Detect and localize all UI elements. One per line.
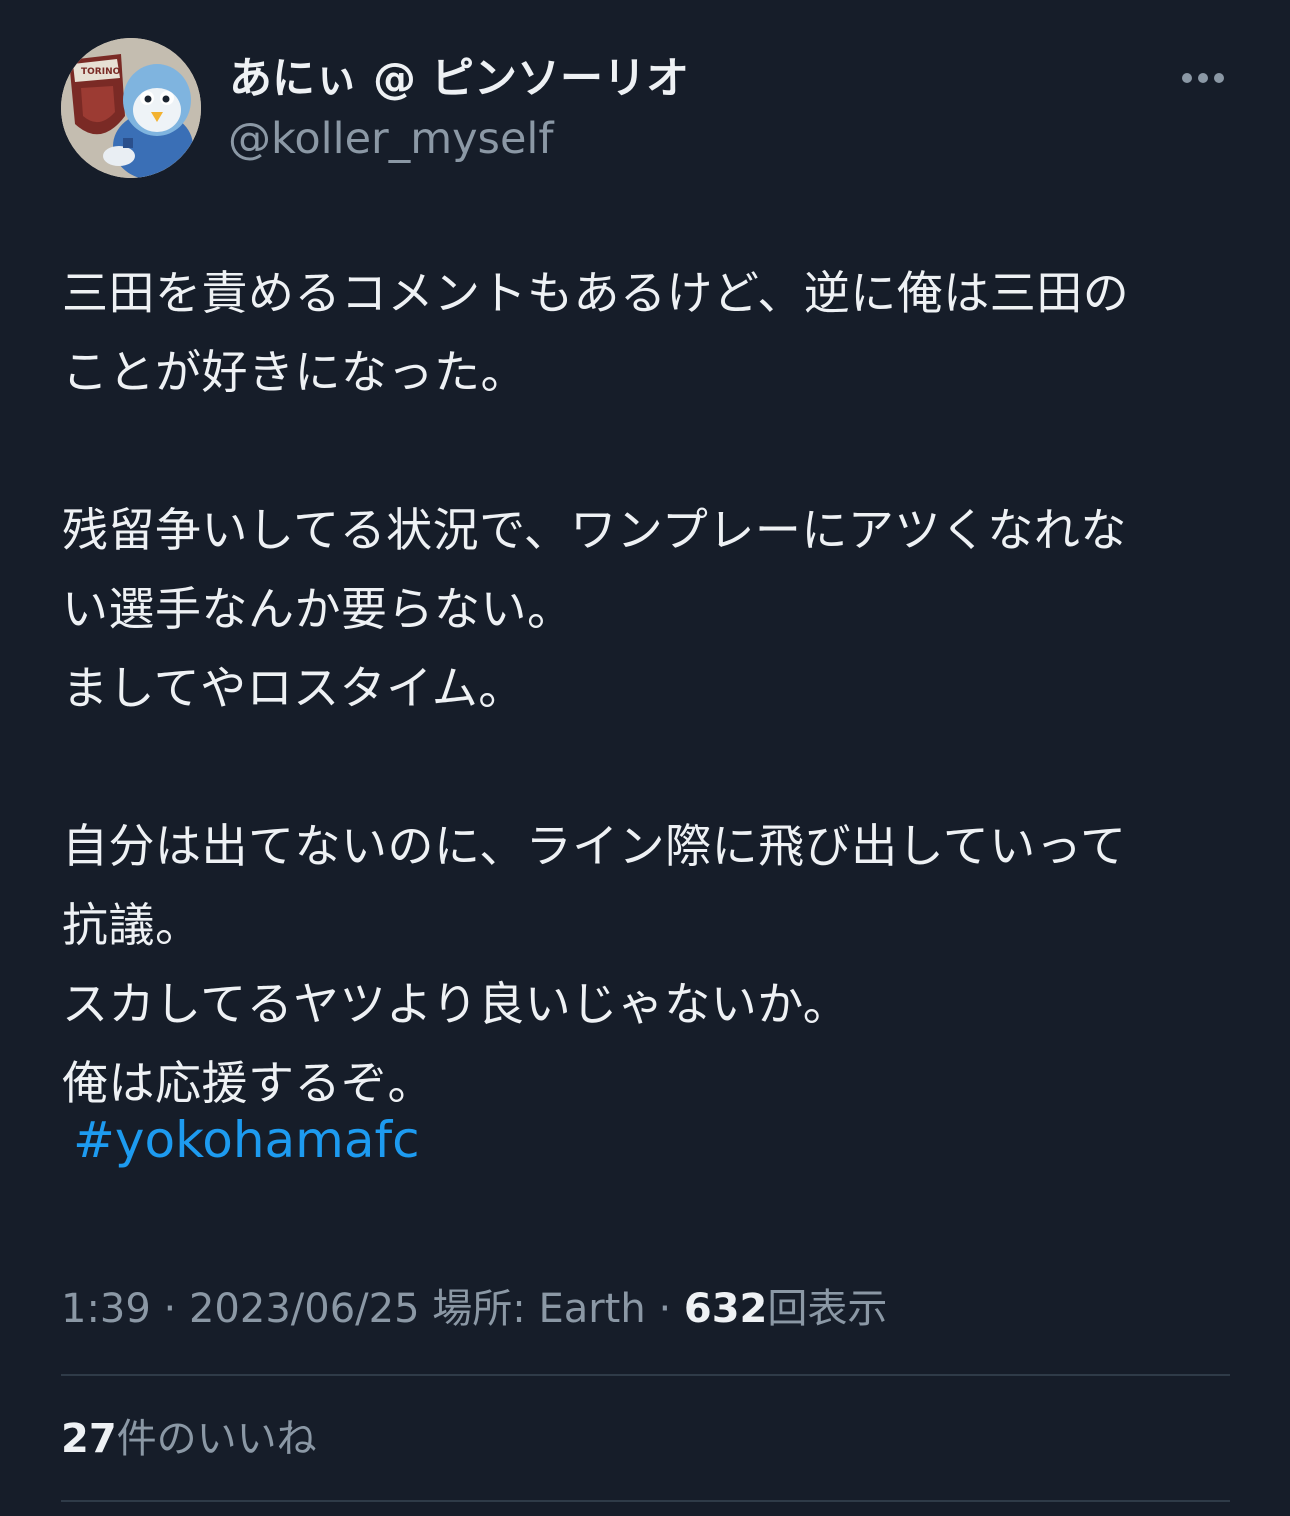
tweet-detail-view: TORINO あにぃ @ ピンソーリオ @koller_myself 三田を責め… [0, 0, 1290, 1516]
likes-count: 27 [61, 1416, 117, 1462]
likes-label: 件のいいね [116, 1416, 317, 1462]
divider [61, 1500, 1230, 1502]
tweet-meta: 1:39 · 2023/06/25 場所: Earth · 632回表示 [61, 1283, 887, 1335]
svg-text:TORINO: TORINO [81, 67, 121, 77]
divider [61, 1374, 1230, 1376]
author-display-name[interactable]: あにぃ @ ピンソーリオ [229, 53, 689, 105]
meta-separator: · [163, 1286, 177, 1332]
author-handle[interactable]: @koller_myself [228, 113, 553, 165]
more-options-button[interactable] [1174, 58, 1234, 98]
hashtag-link[interactable]: #yokohamafc [73, 1110, 420, 1170]
views-count: 632 [683, 1286, 768, 1332]
avatar[interactable]: TORINO [61, 38, 201, 178]
tweet-text: 三田を責めるコメントもあるけど、逆に俺は三田の ことが好きになった。 残留争いし… [62, 266, 1130, 1110]
tweet-time[interactable]: 1:39 [61, 1286, 151, 1332]
tweet-date[interactable]: 2023/06/25 [189, 1286, 420, 1332]
more-horizontal-icon [1182, 73, 1224, 83]
meta-separator: · [658, 1286, 672, 1332]
views-label: 回表示 [767, 1286, 888, 1332]
likes-link[interactable]: 27件のいいね [61, 1413, 317, 1465]
team-mascot-avatar-icon: TORINO [61, 38, 201, 178]
tweet-location: 場所: Earth [432, 1286, 646, 1332]
